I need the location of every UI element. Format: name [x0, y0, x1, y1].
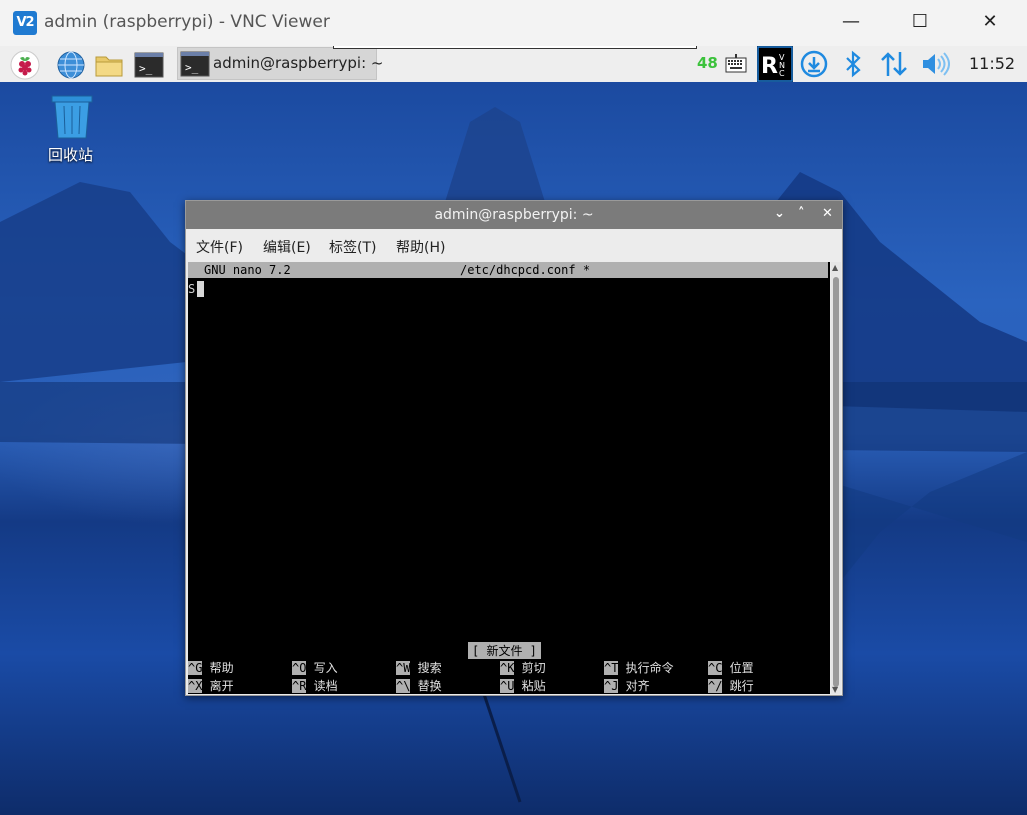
menu-help[interactable]: 帮助(H) [396, 237, 445, 257]
cpu-usage-indicator[interactable]: 48 [697, 54, 718, 72]
shortcut-replace: ^\ 替换 [396, 679, 442, 693]
shortcut-cut: ^K 剪切 [500, 661, 546, 675]
terminal-title: admin@raspberrypi: ~ [434, 207, 594, 223]
menu-edit[interactable]: 编辑(E) [263, 237, 311, 257]
close-button[interactable]: ✕ [967, 4, 1013, 40]
svg-text:R: R [761, 54, 778, 79]
shortcut-execute: ^T 执行命令 [604, 661, 674, 675]
shortcut-exit: ^X 离开 [188, 679, 234, 693]
text-cursor [197, 281, 204, 297]
nano-filename: /etc/dhcpcd.conf * [460, 263, 591, 277]
realvnc-icon[interactable]: R V N C [757, 46, 793, 82]
shortcut-justify: ^J 对齐 [604, 679, 650, 693]
maximize-button[interactable]: ☐ [897, 4, 943, 40]
minimize-button[interactable]: — [828, 4, 874, 40]
terminal-menubar: 文件(F) 编辑(E) 标签(T) 帮助(H) [186, 229, 842, 261]
svg-text:>_: >_ [185, 61, 199, 74]
vnc-toolbar-handle[interactable] [333, 46, 697, 49]
bluetooth-icon[interactable] [842, 50, 864, 78]
clock[interactable]: 11:52 [969, 54, 1015, 73]
terminal-close-button[interactable]: ✕ [822, 206, 833, 221]
terminal-icon[interactable]: >_ [134, 50, 164, 80]
browser-icon[interactable] [56, 50, 86, 80]
terminal-screen[interactable]: GNU nano 7.2 /etc/dhcpcd.conf * S [ 新文件 … [188, 262, 830, 694]
svg-text:>_: >_ [139, 62, 153, 75]
menu-tabs[interactable]: 标签(T) [329, 237, 376, 257]
shortcut-goto-line: ^/ 跳行 [708, 679, 754, 693]
keyboard-icon[interactable] [724, 52, 748, 76]
terminal-titlebar[interactable]: admin@raspberrypi: ~ ⌄ ˄ ✕ [186, 201, 842, 229]
shortcut-read: ^R 读档 [292, 679, 338, 693]
trash-icon[interactable] [50, 94, 94, 140]
scrollbar-thumb[interactable] [833, 277, 839, 687]
file-manager-icon[interactable] [94, 50, 124, 80]
scroll-down-arrow-icon[interactable]: ▼ [832, 685, 838, 694]
vnc-logo-icon: V2 [13, 11, 37, 35]
shortcut-help: ^G 帮助 [188, 661, 234, 675]
nano-status-message: [ 新文件 ] [468, 642, 541, 659]
volume-icon[interactable] [920, 51, 950, 77]
nano-version: GNU nano 7.2 [204, 263, 291, 277]
shortcut-location: ^C 位置 [708, 661, 754, 675]
menu-file[interactable]: 文件(F) [196, 237, 243, 257]
terminal-window[interactable]: admin@raspberrypi: ~ ⌄ ˄ ✕ 文件(F) 编辑(E) 标… [185, 200, 843, 696]
terminal-maximize-button[interactable]: ˄ [798, 206, 805, 221]
shortcut-paste: ^U 粘贴 [500, 679, 546, 693]
window-title: admin (raspberrypi) - VNC Viewer [44, 12, 330, 32]
taskbar-window-label: admin@raspberrypi: ~ [213, 54, 384, 72]
shortcut-search: ^W 搜索 [396, 661, 442, 675]
scroll-up-arrow-icon[interactable]: ▲ [832, 263, 838, 272]
terminal-minimize-button[interactable]: ⌄ [774, 206, 785, 221]
raspberry-menu-icon[interactable] [10, 50, 40, 80]
nano-header-bar: GNU nano 7.2 /etc/dhcpcd.conf * [188, 262, 828, 278]
shortcut-write: ^O 写入 [292, 661, 338, 675]
network-icon[interactable] [879, 50, 909, 78]
nano-buffer-text[interactable]: S [188, 282, 195, 296]
svg-text:C: C [779, 69, 785, 78]
download-icon[interactable] [800, 50, 828, 78]
trash-label[interactable]: 回收站 [48, 144, 93, 165]
terminal-icon: >_ [180, 51, 210, 77]
